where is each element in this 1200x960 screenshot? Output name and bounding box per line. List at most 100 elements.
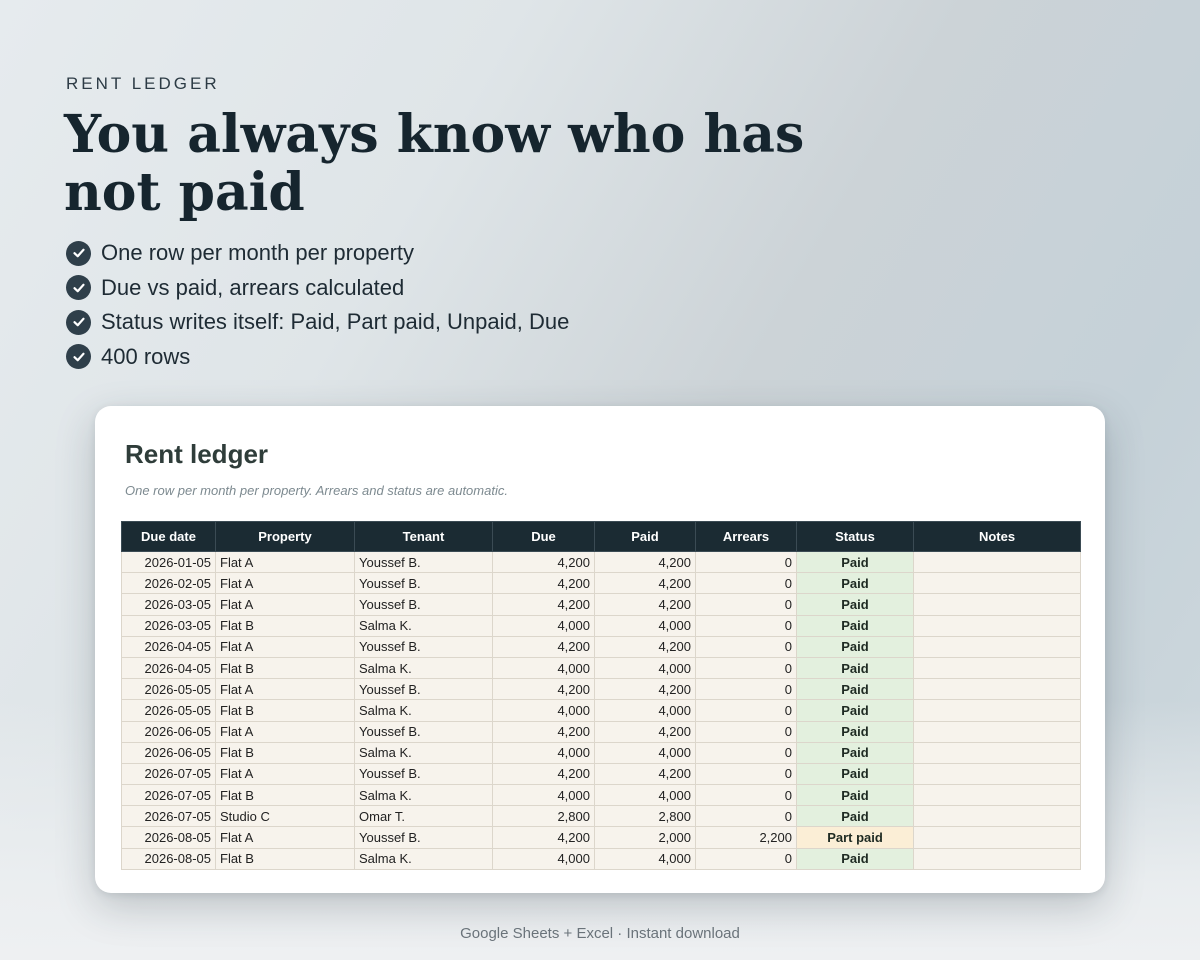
cell-tenant[interactable]: Youssef B. bbox=[354, 593, 493, 616]
cell-paid[interactable]: 4,000 bbox=[594, 656, 696, 680]
cell-paid[interactable]: 4,200 bbox=[594, 678, 696, 701]
cell-paid[interactable]: 4,000 bbox=[594, 699, 696, 722]
cell-tenant[interactable]: Youssef B. bbox=[354, 762, 493, 786]
cell-paid[interactable]: 4,200 bbox=[594, 635, 696, 658]
cell-status[interactable]: Paid bbox=[796, 762, 914, 786]
cell-due-date[interactable]: 2026-07-05 bbox=[121, 784, 216, 807]
cell-notes[interactable] bbox=[913, 699, 1081, 722]
cell-status[interactable]: Paid bbox=[796, 656, 914, 680]
cell-arrears[interactable]: 0 bbox=[695, 805, 797, 828]
cell-notes[interactable] bbox=[913, 550, 1081, 574]
cell-property[interactable]: Flat A bbox=[215, 593, 355, 616]
cell-arrears[interactable]: 0 bbox=[695, 550, 797, 574]
cell-property[interactable]: Flat A bbox=[215, 572, 355, 595]
cell-arrears[interactable]: 0 bbox=[695, 572, 797, 595]
cell-property[interactable]: Flat A bbox=[215, 826, 355, 849]
cell-status[interactable]: Paid bbox=[796, 635, 914, 658]
cell-paid[interactable]: 4,200 bbox=[594, 550, 696, 574]
cell-due[interactable]: 4,000 bbox=[492, 741, 595, 764]
cell-arrears[interactable]: 0 bbox=[695, 741, 797, 764]
cell-property[interactable]: Flat A bbox=[215, 720, 355, 743]
cell-due-date[interactable]: 2026-07-05 bbox=[121, 762, 216, 786]
column-header-notes[interactable]: Notes bbox=[913, 521, 1081, 552]
cell-due[interactable]: 4,000 bbox=[492, 847, 595, 870]
cell-tenant[interactable]: Salma K. bbox=[354, 614, 493, 637]
cell-notes[interactable] bbox=[913, 614, 1081, 637]
cell-status[interactable]: Paid bbox=[796, 720, 914, 743]
cell-due[interactable]: 4,000 bbox=[492, 656, 595, 680]
cell-status[interactable]: Paid bbox=[796, 847, 914, 870]
cell-tenant[interactable]: Youssef B. bbox=[354, 572, 493, 595]
cell-paid[interactable]: 4,000 bbox=[594, 784, 696, 807]
cell-paid[interactable]: 4,200 bbox=[594, 593, 696, 616]
cell-paid[interactable]: 4,000 bbox=[594, 847, 696, 870]
cell-tenant[interactable]: Salma K. bbox=[354, 741, 493, 764]
cell-due[interactable]: 4,200 bbox=[492, 826, 595, 849]
cell-due[interactable]: 4,200 bbox=[492, 678, 595, 701]
cell-due[interactable]: 4,200 bbox=[492, 593, 595, 616]
column-header-property[interactable]: Property bbox=[215, 521, 355, 552]
cell-notes[interactable] bbox=[913, 720, 1081, 743]
cell-notes[interactable] bbox=[913, 826, 1081, 849]
cell-notes[interactable] bbox=[913, 762, 1081, 786]
cell-arrears[interactable]: 0 bbox=[695, 784, 797, 807]
cell-property[interactable]: Flat B bbox=[215, 741, 355, 764]
column-header-due[interactable]: Due bbox=[492, 521, 595, 552]
cell-status[interactable]: Paid bbox=[796, 593, 914, 616]
cell-property[interactable]: Flat B bbox=[215, 699, 355, 722]
cell-due[interactable]: 4,000 bbox=[492, 614, 595, 637]
cell-arrears[interactable]: 0 bbox=[695, 847, 797, 870]
cell-paid[interactable]: 4,000 bbox=[594, 614, 696, 637]
cell-notes[interactable] bbox=[913, 805, 1081, 828]
cell-due-date[interactable]: 2026-08-05 bbox=[121, 847, 216, 870]
cell-property[interactable]: Flat B bbox=[215, 847, 355, 870]
cell-due[interactable]: 2,800 bbox=[492, 805, 595, 828]
cell-status[interactable]: Paid bbox=[796, 741, 914, 764]
cell-notes[interactable] bbox=[913, 572, 1081, 595]
cell-status[interactable]: Paid bbox=[796, 572, 914, 595]
cell-due[interactable]: 4,200 bbox=[492, 550, 595, 574]
cell-paid[interactable]: 2,800 bbox=[594, 805, 696, 828]
cell-due[interactable]: 4,200 bbox=[492, 635, 595, 658]
column-header-arrears[interactable]: Arrears bbox=[695, 521, 797, 552]
cell-due[interactable]: 4,000 bbox=[492, 784, 595, 807]
cell-due-date[interactable]: 2026-06-05 bbox=[121, 741, 216, 764]
cell-tenant[interactable]: Youssef B. bbox=[354, 720, 493, 743]
cell-property[interactable]: Flat B bbox=[215, 614, 355, 637]
cell-arrears[interactable]: 0 bbox=[695, 720, 797, 743]
cell-notes[interactable] bbox=[913, 741, 1081, 764]
cell-due-date[interactable]: 2026-06-05 bbox=[121, 720, 216, 743]
cell-notes[interactable] bbox=[913, 656, 1081, 680]
cell-arrears[interactable]: 0 bbox=[695, 699, 797, 722]
cell-due[interactable]: 4,200 bbox=[492, 762, 595, 786]
cell-notes[interactable] bbox=[913, 593, 1081, 616]
cell-due-date[interactable]: 2026-03-05 bbox=[121, 614, 216, 637]
column-header-status[interactable]: Status bbox=[796, 521, 914, 552]
cell-notes[interactable] bbox=[913, 847, 1081, 870]
cell-due-date[interactable]: 2026-07-05 bbox=[121, 805, 216, 828]
column-header-due-date[interactable]: Due date bbox=[121, 521, 216, 552]
cell-due-date[interactable]: 2026-08-05 bbox=[121, 826, 216, 849]
cell-paid[interactable]: 2,000 bbox=[594, 826, 696, 849]
cell-due[interactable]: 4,200 bbox=[492, 720, 595, 743]
cell-due-date[interactable]: 2026-03-05 bbox=[121, 593, 216, 616]
cell-tenant[interactable]: Youssef B. bbox=[354, 678, 493, 701]
cell-notes[interactable] bbox=[913, 635, 1081, 658]
cell-due-date[interactable]: 2026-05-05 bbox=[121, 678, 216, 701]
cell-arrears[interactable]: 0 bbox=[695, 593, 797, 616]
cell-status[interactable]: Part paid bbox=[796, 826, 914, 849]
cell-tenant[interactable]: Youssef B. bbox=[354, 826, 493, 849]
cell-status[interactable]: Paid bbox=[796, 678, 914, 701]
cell-property[interactable]: Flat A bbox=[215, 550, 355, 574]
cell-property[interactable]: Flat B bbox=[215, 656, 355, 680]
cell-arrears[interactable]: 0 bbox=[695, 635, 797, 658]
column-header-tenant[interactable]: Tenant bbox=[354, 521, 493, 552]
cell-due-date[interactable]: 2026-01-05 bbox=[121, 550, 216, 574]
cell-notes[interactable] bbox=[913, 678, 1081, 701]
cell-due-date[interactable]: 2026-04-05 bbox=[121, 635, 216, 658]
cell-due-date[interactable]: 2026-02-05 bbox=[121, 572, 216, 595]
cell-property[interactable]: Flat A bbox=[215, 635, 355, 658]
cell-arrears[interactable]: 0 bbox=[695, 678, 797, 701]
cell-paid[interactable]: 4,200 bbox=[594, 720, 696, 743]
cell-due-date[interactable]: 2026-05-05 bbox=[121, 699, 216, 722]
